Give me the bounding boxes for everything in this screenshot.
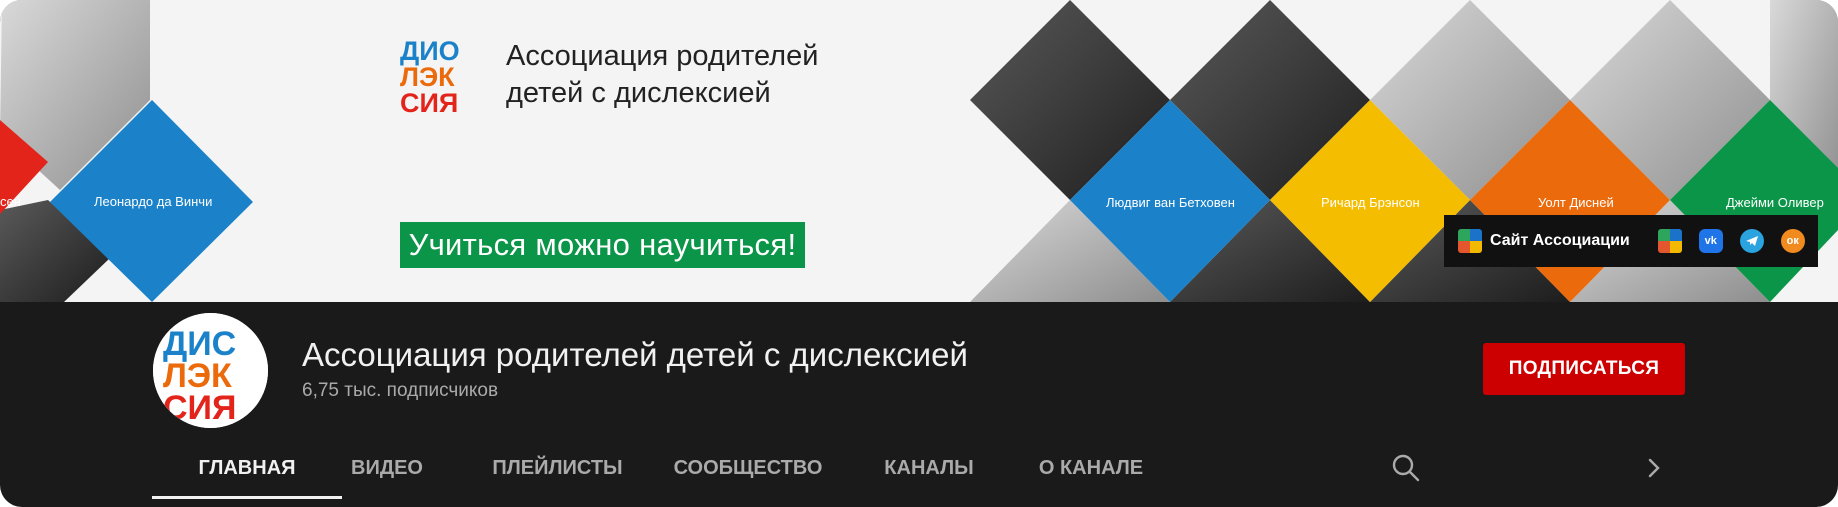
telegram-icon[interactable] bbox=[1739, 229, 1764, 253]
svg-text:СИЯ: СИЯ bbox=[163, 389, 236, 427]
caption-beethoven: Людвиг ван Бетховен bbox=[1106, 195, 1235, 210]
banner-links-bar: Сайт Ассоциации vk ок bbox=[1444, 215, 1818, 267]
caption-left-clip: сен bbox=[0, 194, 21, 209]
tab-videos[interactable]: ВИДЕО bbox=[342, 440, 432, 496]
search-icon[interactable] bbox=[1390, 452, 1422, 484]
tab-home[interactable]: ГЛАВНАЯ bbox=[152, 440, 342, 499]
subscribe-button[interactable]: ПОДПИСАТЬСЯ bbox=[1483, 343, 1685, 395]
association-site-icon[interactable] bbox=[1657, 229, 1682, 253]
association-title-line2: детей с дислексией bbox=[506, 77, 771, 109]
odnoklassniki-icon[interactable]: ок bbox=[1780, 229, 1805, 253]
tab-community[interactable]: СООБЩЕСТВО bbox=[673, 440, 823, 496]
subscriber-count: 6,75 тыс. подписчиков bbox=[302, 380, 499, 401]
association-title: Ассоциация родителей детей с дислексией bbox=[506, 38, 818, 112]
tab-channels[interactable]: КАНАЛЫ bbox=[879, 440, 979, 496]
site-icon[interactable] bbox=[1458, 229, 1482, 253]
chevron-right-icon[interactable] bbox=[1640, 454, 1668, 482]
vk-icon[interactable]: vk bbox=[1698, 229, 1723, 253]
tab-playlists[interactable]: ПЛЕЙЛИСТЫ bbox=[490, 440, 625, 496]
association-title-line1: Ассоциация родителей bbox=[506, 40, 819, 72]
dyslexia-logo-icon: ДИО ЛЭК СИЯ bbox=[400, 36, 460, 114]
svg-text:СИЯ: СИЯ bbox=[400, 88, 458, 114]
caption-disney: Уолт Дисней bbox=[1538, 195, 1614, 210]
association-logo-block: ДИО ЛЭК СИЯ Ассоциация родителей детей с… bbox=[400, 36, 818, 114]
caption-branson: Ричард Брэнсон bbox=[1321, 195, 1420, 210]
channel-tabs: ГЛАВНАЯ ВИДЕО ПЛЕЙЛИСТЫ СООБЩЕСТВО КАНАЛ… bbox=[152, 440, 1151, 500]
caption-oliver: Джейми Оливер bbox=[1726, 195, 1824, 210]
slogan-banner: Учиться можно научиться! bbox=[400, 222, 805, 268]
caption-leonardo: Леонардо да Винчи bbox=[94, 194, 212, 209]
channel-page: сен Леонардо да Винчи Людвиг ван Бетхове… bbox=[0, 0, 1838, 507]
channel-avatar[interactable]: ДИС ЛЭК СИЯ bbox=[153, 313, 268, 428]
avatar-logo-icon: ДИС ЛЭК СИЯ bbox=[153, 313, 268, 428]
tab-about[interactable]: О КАНАЛЕ bbox=[1031, 440, 1151, 496]
channel-banner: сен Леонардо да Винчи Людвиг ван Бетхове… bbox=[0, 0, 1838, 302]
site-link[interactable]: Сайт Ассоциации bbox=[1490, 232, 1630, 250]
channel-name: Ассоциация родителей детей с дислексией bbox=[302, 336, 968, 373]
social-links: vk ок bbox=[1657, 229, 1805, 253]
